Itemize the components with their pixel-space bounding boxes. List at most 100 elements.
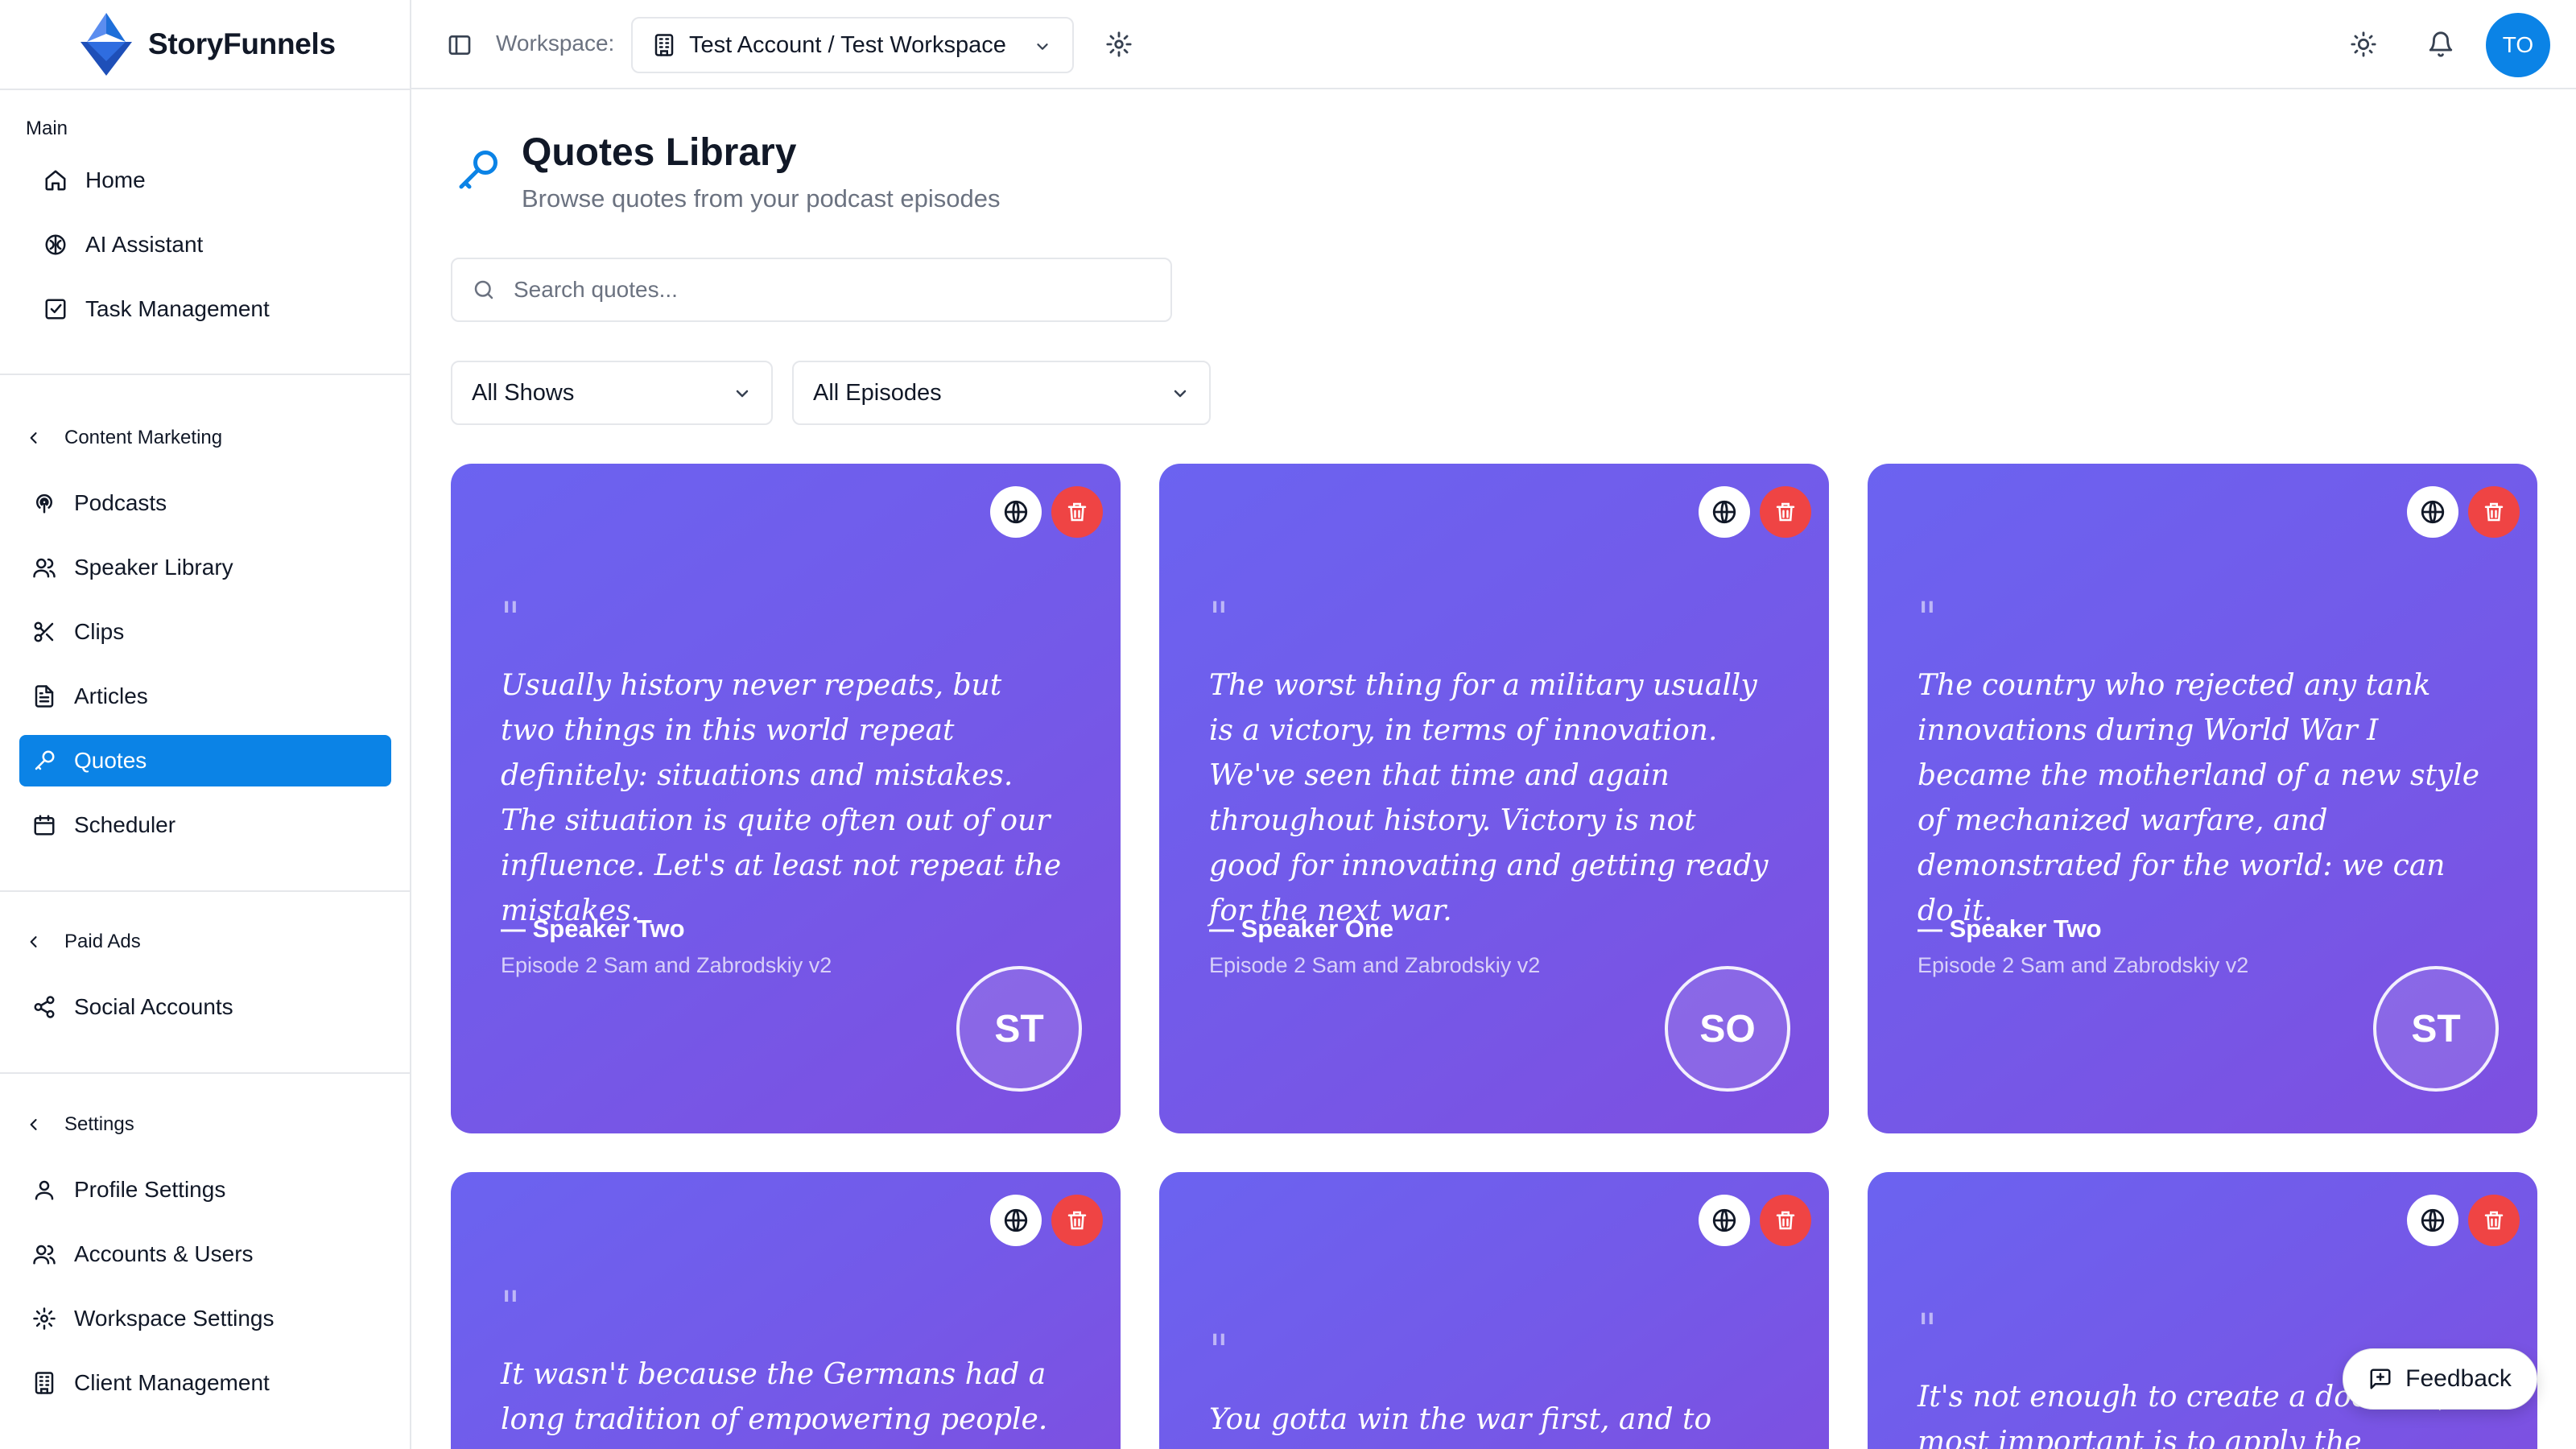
chevron-down-icon <box>1037 43 1048 50</box>
group-label: Paid Ads <box>64 931 141 952</box>
workspace-select[interactable]: Test Account / Test Workspace <box>631 17 1074 73</box>
sidebar-item-home[interactable]: Home <box>19 155 391 206</box>
shows-filter-value: All Shows <box>472 379 575 406</box>
gear-icon <box>33 1307 56 1330</box>
group-label: Content Marketing <box>64 427 223 448</box>
sidebar-item-clips[interactable]: Clips <box>19 606 391 658</box>
building-icon <box>654 34 674 56</box>
group-header-content-marketing[interactable]: Content Marketing <box>26 427 222 449</box>
chevron-down-icon <box>1174 390 1187 398</box>
quote-card[interactable]: " The country who rejected any tank inno… <box>1868 464 2537 1133</box>
group-header-paid-ads[interactable]: Paid Ads <box>26 931 141 953</box>
sidebar-item-accounts-users[interactable]: Accounts & Users <box>19 1228 391 1280</box>
publish-quote-button[interactable] <box>1699 486 1750 538</box>
delete-quote-button[interactable] <box>1760 1195 1811 1246</box>
workspace-settings-button[interactable] <box>1105 31 1133 58</box>
sidebar-item-task-management[interactable]: Task Management <box>19 283 391 335</box>
delete-quote-button[interactable] <box>1051 486 1103 538</box>
quote-mark: " <box>501 594 520 642</box>
episodes-filter-value: All Episodes <box>813 379 942 406</box>
shows-filter-select[interactable]: All Shows <box>451 361 773 425</box>
feedback-button[interactable]: Feedback <box>2343 1348 2537 1410</box>
sidebar-item-label: Profile Settings <box>74 1177 226 1202</box>
quote-card[interactable]: " The worst thing for a military usually… <box>1159 464 1829 1133</box>
publish-quote-button[interactable] <box>990 486 1042 538</box>
sidebar-item-label: Speaker Library <box>74 555 233 580</box>
quote-card[interactable]: " You gotta win the war first, and to wi… <box>1159 1172 1829 1449</box>
message-plus-icon <box>2370 1368 2391 1389</box>
trash-icon <box>1776 1211 1795 1230</box>
quote-mark: " <box>501 1283 520 1331</box>
home-icon <box>45 170 66 191</box>
user-avatar[interactable]: TO <box>2486 13 2550 77</box>
speaker-avatar: ST <box>2373 966 2499 1092</box>
workspace-select-value: Test Account / Test Workspace <box>689 31 1006 58</box>
notifications-button[interactable] <box>2427 31 2454 58</box>
sidebar-item-scheduler[interactable]: Scheduler <box>19 799 391 851</box>
globe-icon <box>1712 500 1736 524</box>
publish-quote-button[interactable] <box>990 1195 1042 1246</box>
globe-icon <box>2421 1208 2445 1232</box>
group-header-settings[interactable]: Settings <box>26 1113 134 1136</box>
trash-icon <box>1067 502 1087 522</box>
sidebar-item-label: Social Accounts <box>74 994 233 1019</box>
quote-speaker: — Speaker Two <box>501 914 685 943</box>
sidebar-divider <box>0 1072 411 1074</box>
sidebar-item-podcasts[interactable]: Podcasts <box>19 477 391 529</box>
quote-card[interactable]: " Usually history never repeats, but two… <box>451 464 1121 1133</box>
sidebar-item-speaker-library[interactable]: Speaker Library <box>19 542 391 593</box>
sidebar-toggle-button[interactable] <box>447 32 473 58</box>
sidebar-item-label: Task Management <box>85 296 270 321</box>
sidebar-item-label: Podcasts <box>74 490 167 515</box>
quote-text: The worst thing for a military usually i… <box>1209 669 1769 927</box>
sidebar-item-articles[interactable]: Articles <box>19 671 391 722</box>
sidebar-item-workspace-settings[interactable]: Workspace Settings <box>19 1293 391 1344</box>
delete-quote-button[interactable] <box>2468 486 2520 538</box>
sidebar-item-social-accounts[interactable]: Social Accounts <box>19 981 391 1033</box>
trash-icon <box>1776 502 1795 522</box>
sidebar-item-quotes[interactable]: Quotes <box>19 735 391 786</box>
sidebar-item-label: Articles <box>74 683 148 708</box>
sidebar-item-client-management[interactable]: Client Management <box>19 1357 391 1409</box>
sidebar-item-label: Scheduler <box>74 812 176 837</box>
trash-icon <box>2484 502 2504 522</box>
globe-icon <box>1004 500 1028 524</box>
quote-mark: " <box>1209 1327 1228 1375</box>
page-icon <box>453 147 502 195</box>
checkbox-icon <box>45 299 66 320</box>
storyfunnels-logo-icon <box>80 13 132 76</box>
quote-card[interactable]: " It wasn't because the Germans had a lo… <box>451 1172 1121 1449</box>
users-icon <box>33 558 56 578</box>
delete-quote-button[interactable] <box>2468 1195 2520 1246</box>
sidebar-divider <box>0 89 411 90</box>
bell-icon <box>2429 31 2453 57</box>
feedback-label: Feedback <box>2405 1365 2512 1392</box>
publish-quote-button[interactable] <box>2407 486 2458 538</box>
search-input[interactable] <box>514 277 1141 303</box>
sidebar-item-ai-assistant[interactable]: AI Assistant <box>19 219 391 270</box>
speaker-avatar: SO <box>1665 966 1790 1092</box>
globe-icon <box>1004 1208 1028 1232</box>
sidebar-item-label: Home <box>85 167 146 192</box>
sidebar-item-label: Workspace Settings <box>74 1306 275 1331</box>
publish-quote-button[interactable] <box>1699 1195 1750 1246</box>
theme-toggle-button[interactable] <box>2350 31 2377 58</box>
app-name: StoryFunnels <box>148 27 336 60</box>
quote-speaker: — Speaker Two <box>1918 914 2102 943</box>
sidebar-item-label: Accounts & Users <box>74 1241 254 1266</box>
calendar-icon <box>34 815 55 836</box>
globe-icon <box>1712 1208 1736 1232</box>
section-label-main: Main <box>26 118 68 139</box>
page-title: Quotes Library <box>522 131 797 174</box>
sidebar-item-profile-settings[interactable]: Profile Settings <box>19 1164 391 1216</box>
app-logo[interactable]: StoryFunnels <box>80 13 336 76</box>
episodes-filter-select[interactable]: All Episodes <box>792 361 1211 425</box>
delete-quote-button[interactable] <box>1051 1195 1103 1246</box>
file-text-icon <box>35 685 54 708</box>
delete-quote-button[interactable] <box>1760 486 1811 538</box>
sidebar-item-label: Quotes <box>74 748 147 773</box>
quote-episode: Episode 2 Sam and Zabrodskiy v2 <box>501 953 832 977</box>
top-header: Workspace: Test Account / Test Workspace… <box>411 0 2576 89</box>
sidebar-item-label: Clips <box>74 619 125 644</box>
publish-quote-button[interactable] <box>2407 1195 2458 1246</box>
